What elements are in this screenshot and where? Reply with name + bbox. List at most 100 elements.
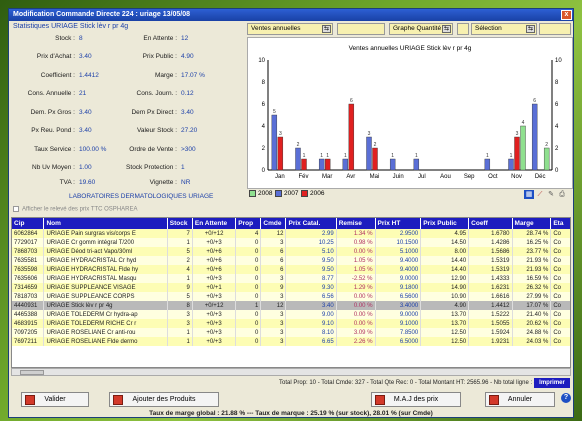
cancel-label: Annuler: [507, 396, 533, 403]
table-cell: 4: [235, 229, 262, 238]
stat-avg-units: Nb Uv Moyen :1.00: [32, 164, 92, 171]
close-button[interactable]: x: [561, 10, 572, 20]
horizontal-scrollbar[interactable]: [11, 368, 571, 376]
table-row[interactable]: 7635581 URIAGE HYDRACRISTAL Cr hyd 2 +0/+6 0…: [12, 256, 570, 265]
table-row[interactable]: 7314659 URIAGE SUPPLEANCE VISAGE 9 +0/+1 0 9 9…: [12, 283, 570, 292]
update-prices-button[interactable]: M.A.J des prix: [371, 392, 461, 407]
table-row[interactable]: 7868703 URIAGE Déod tri-act Vapo/30ml 5 +0/…: [12, 247, 570, 256]
bar-value-label: 2: [374, 142, 377, 148]
table-cell: 24.88 %: [512, 328, 552, 337]
graph-type-select-button[interactable]: ⇆: [442, 25, 451, 33]
column-header[interactable]: Remise: [336, 218, 376, 229]
table-cell: URIAGE ROSELIANE Cr anti-rou: [43, 328, 168, 337]
table-row[interactable]: 6062864 URIAGE Pain surgras vis/corps E 7 +…: [12, 229, 570, 238]
print-button[interactable]: Imprimer: [534, 378, 570, 388]
bar-value-label: 2: [545, 142, 548, 148]
selection-select[interactable]: Sélection ⇆: [471, 23, 537, 35]
period-select-button[interactable]: ⇆: [322, 25, 331, 33]
x-tick-label: Oct: [488, 174, 498, 180]
table-cell: 0.00 %: [336, 301, 376, 310]
table-row[interactable]: 7635606 URIAGE HYDRACRISTAL Masqu 1 +0/+3 0 3…: [12, 274, 570, 283]
table-cell: 7314659: [12, 283, 45, 292]
column-header[interactable]: Marge: [512, 218, 552, 229]
y-tick-label-right: 4: [555, 124, 559, 130]
column-header[interactable]: Coeff: [468, 218, 513, 229]
column-header[interactable]: Eta: [550, 218, 570, 229]
bar: [413, 158, 420, 171]
table-cell: 3: [167, 310, 193, 319]
table-row[interactable]: 4440931 URIAGE Stick lèv r pr 4g 8 +0/+12 1 1…: [12, 301, 570, 310]
x-tick-label: Déc: [535, 174, 546, 180]
column-header[interactable]: Stock: [167, 218, 193, 229]
table-cell: 9.4000: [375, 256, 422, 265]
validate-button[interactable]: Valider: [21, 392, 89, 407]
table-cell: 7097205: [12, 328, 45, 337]
table-cell: 2.26 %: [336, 337, 376, 346]
products-table: Cip Nom Stock En Attente Prop Cmde Prix Catal.…: [11, 217, 571, 368]
bar: [271, 114, 278, 171]
bar: [324, 158, 331, 171]
table-header: Cip Nom Stock En Attente Prop Cmde Prix Catal.…: [12, 218, 570, 229]
table-cell: 16.25 %: [512, 238, 552, 247]
legend-swatch: [301, 190, 308, 197]
table-cell: 12.50: [420, 328, 470, 337]
table-row[interactable]: 4683915 URIAGE TOLEDERM RICHE Cr r 3 +0/+3 0…: [12, 319, 570, 328]
legend-label: 2007: [284, 190, 299, 198]
table-cell: Co: [550, 256, 570, 265]
column-header[interactable]: Prix Catal.: [285, 218, 337, 229]
column-header[interactable]: Prix HT: [375, 218, 422, 229]
table-cell: 3: [260, 274, 287, 283]
line-chart-icon[interactable]: ⟋: [535, 190, 545, 199]
table-cell: 0: [235, 256, 262, 265]
x-tick-label: Nov: [511, 174, 522, 180]
chart-toolbar: ▦ ⟋ ✎ ⎙: [523, 190, 567, 199]
table-cell: 2.9500: [375, 229, 422, 238]
column-header[interactable]: Nom: [43, 218, 168, 229]
help-icon[interactable]: ?: [561, 393, 571, 403]
table-row[interactable]: 7697211 URIAGE ROSELIANE Flde dermo 1 +0/+3…: [12, 337, 570, 346]
table-cell: 28.74 %: [512, 229, 552, 238]
validate-icon: [25, 395, 35, 405]
table-cell: 8: [167, 301, 193, 310]
add-products-button[interactable]: Ajouter des Produits: [109, 392, 219, 407]
graph-type-select[interactable]: Graphe Quantité ⇆: [389, 23, 453, 35]
table-cell: +0/+3: [192, 337, 237, 346]
scrollbar-thumb[interactable]: [20, 370, 44, 375]
checkbox-box[interactable]: [13, 206, 19, 212]
column-header[interactable]: Prop: [235, 218, 262, 229]
table-cell: URIAGE Stick lèv r pr 4g: [43, 301, 168, 310]
table-row[interactable]: 7635598 URIAGE HYDRACRISTAL Flde hy 4 +0/+6…: [12, 265, 570, 274]
period-spacer: [337, 23, 385, 35]
table-cell: 0.98 %: [336, 238, 376, 247]
table-cell: +0/+6: [192, 256, 237, 265]
edit-icon[interactable]: ✎: [546, 190, 556, 199]
table-row[interactable]: 4465388 URIAGE TOLEDERM Cr hydra-ap 3 +0/+3…: [12, 310, 570, 319]
table-cell: 10.1500: [375, 238, 422, 247]
table-cell: 1.05 %: [336, 256, 376, 265]
table-cell: 1.5686: [468, 247, 513, 256]
table-cell: 1.6780: [468, 229, 513, 238]
cancel-button[interactable]: Annuler: [485, 392, 555, 407]
column-header[interactable]: Prix Public: [420, 218, 470, 229]
table-row[interactable]: 7729017 URIAGE Cr gomm intégral T/200 1 +0/…: [12, 238, 570, 247]
y-tick-label: 10: [258, 58, 265, 64]
column-header[interactable]: En Attente: [192, 218, 237, 229]
table-row[interactable]: 7818703 URIAGE SUPPLEANCE CORPS 5 +0/+3 0 3 6.…: [12, 292, 570, 301]
period-select[interactable]: Ventes annuelles ⇆: [247, 23, 333, 35]
table-cell: +0/+3: [192, 328, 237, 337]
selection-select-button[interactable]: ⇆: [526, 25, 535, 33]
stat-stock: Stock :8: [55, 35, 83, 42]
column-header[interactable]: Cip: [12, 218, 45, 229]
bar-value-label: 1: [486, 153, 489, 159]
column-header[interactable]: Cmde: [260, 218, 287, 229]
table-cell: Co: [550, 292, 570, 301]
table-cell: 8.77: [285, 274, 337, 283]
table-cell: 6.65: [285, 337, 337, 346]
print-icon[interactable]: ⎙: [557, 190, 567, 199]
table-cell: 3: [167, 319, 193, 328]
bar-value-label: 4: [522, 120, 525, 126]
bar-chart-icon[interactable]: ▦: [524, 190, 534, 199]
show-prices-checkbox[interactable]: Afficher le relevé des prix TTC OSPHAREA: [13, 206, 138, 213]
table-row[interactable]: 7097205 URIAGE ROSELIANE Cr anti-rou 1 +0/+…: [12, 328, 570, 337]
table-cell: URIAGE ROSELIANE Flde dermo: [43, 337, 168, 346]
